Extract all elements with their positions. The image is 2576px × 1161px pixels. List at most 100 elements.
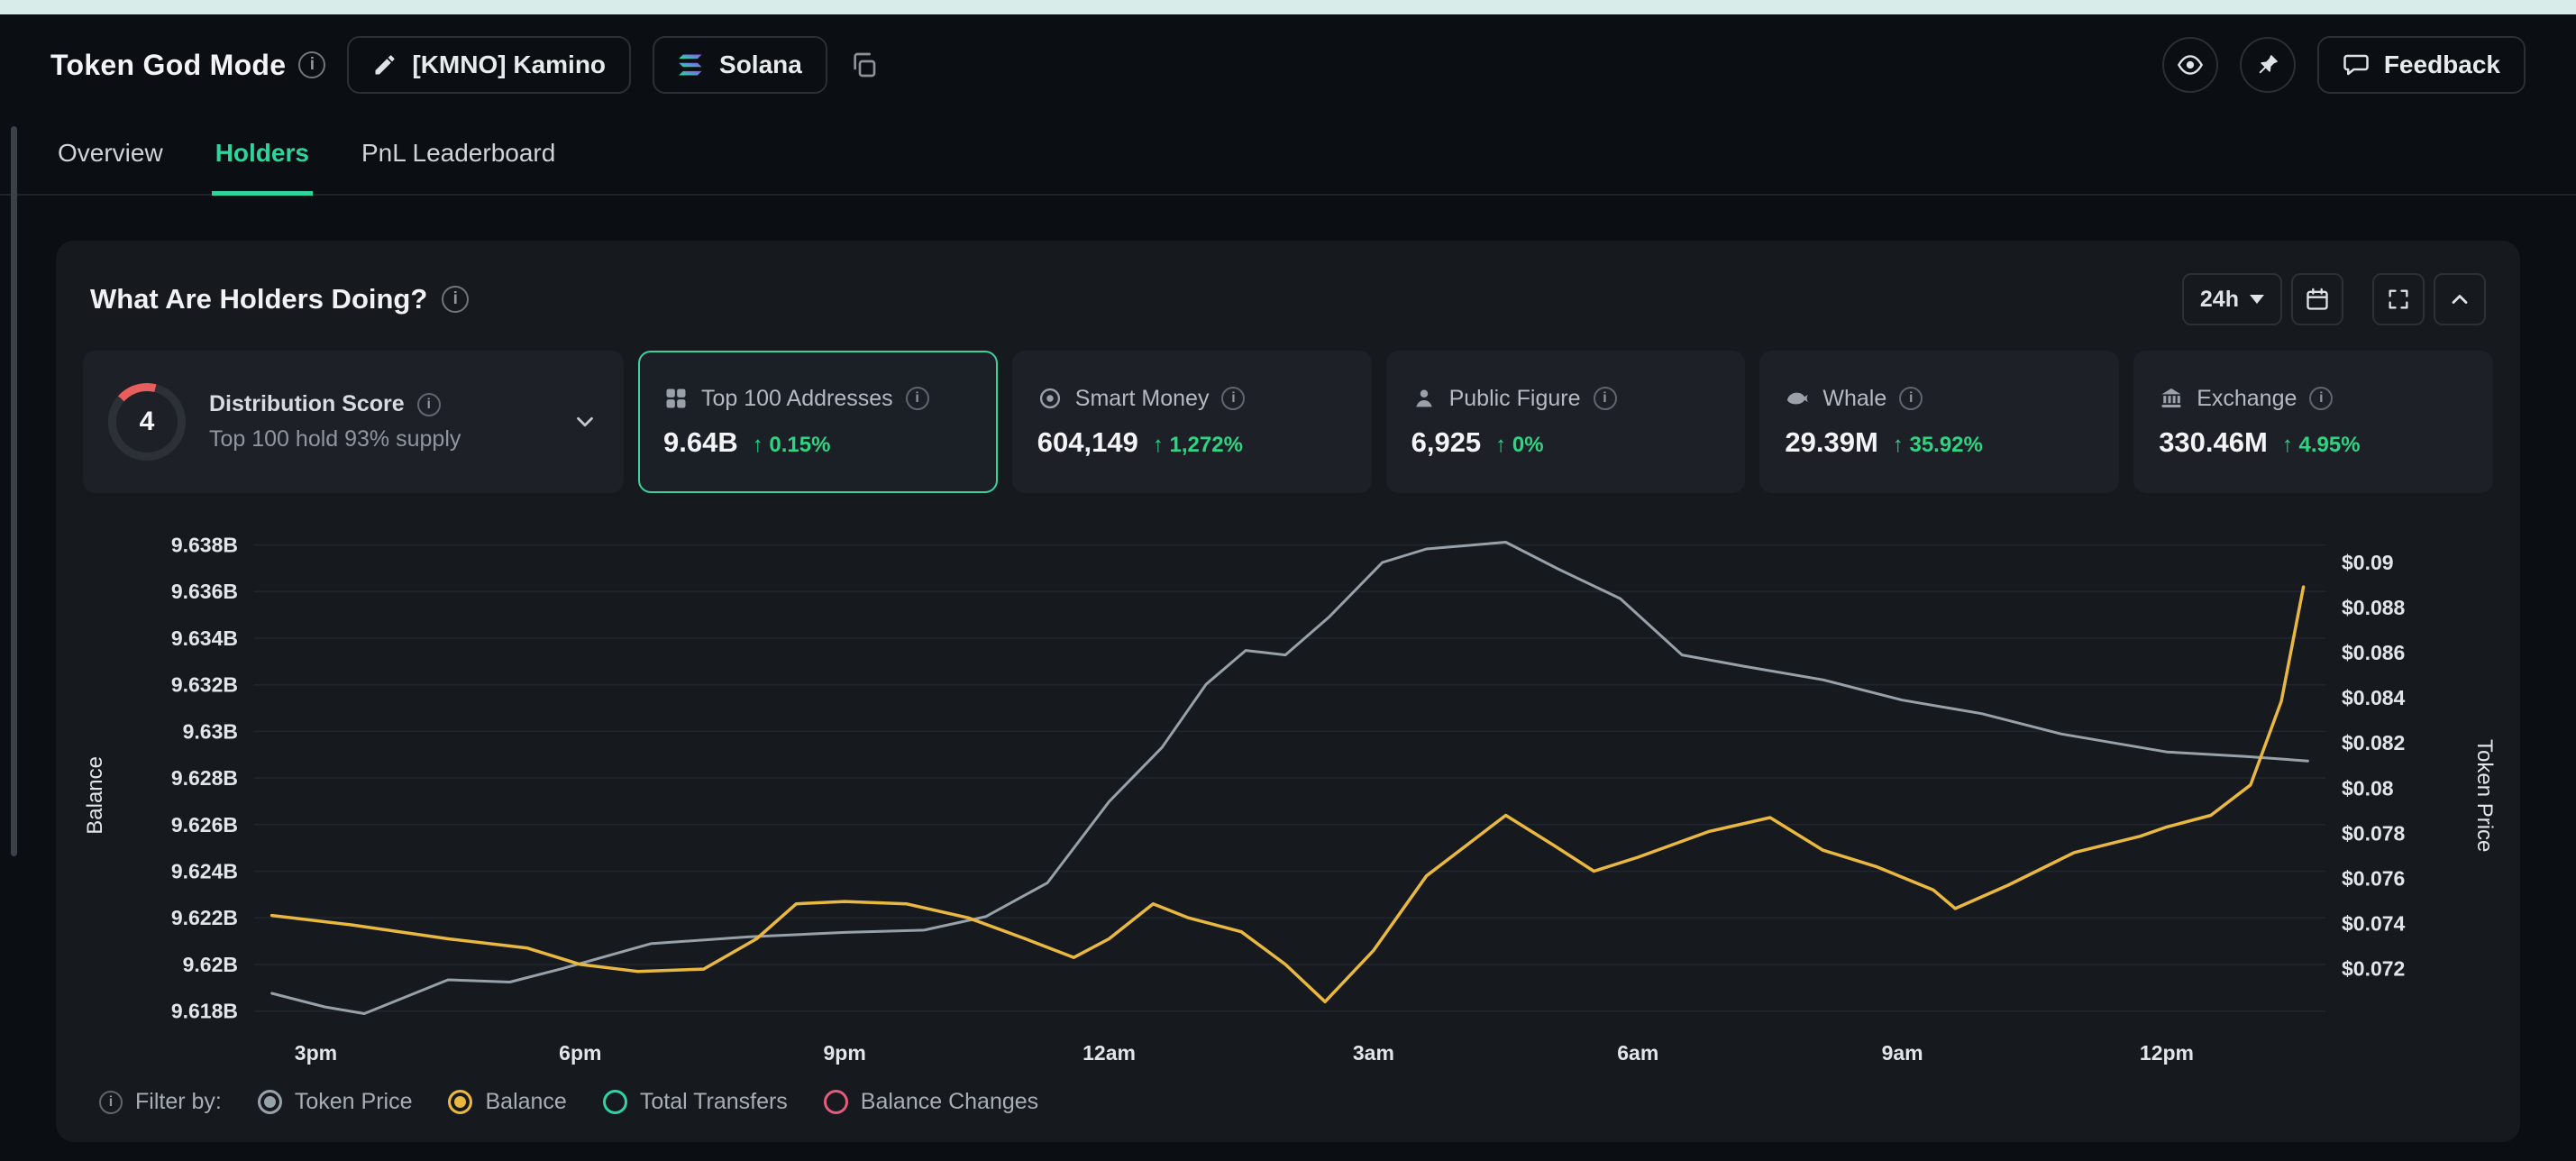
info-icon[interactable] — [442, 286, 469, 313]
whale-icon — [1785, 386, 1810, 411]
legend-balance[interactable]: Balance — [448, 1089, 566, 1115]
metric-public-figure[interactable]: Public Figure 6,925 ↑ 0% — [1386, 351, 1746, 493]
svg-text:$0.08: $0.08 — [2342, 776, 2394, 800]
legend-label: Token Price — [295, 1089, 413, 1115]
svg-text:9.63B: 9.63B — [183, 719, 238, 743]
info-icon[interactable] — [2309, 387, 2333, 410]
metric-value: 604,149 — [1037, 426, 1138, 459]
legend-total-transfers[interactable]: Total Transfers — [603, 1089, 788, 1115]
line-chart: 9.638B9.636B9.634B9.632B9.63B9.628B9.626… — [119, 515, 2461, 1076]
balance-axis-title: Balance — [72, 515, 119, 1076]
svg-text:6am: 6am — [1617, 1041, 1658, 1065]
chat-bubble-icon — [2343, 51, 2370, 78]
svg-text:6pm: 6pm — [559, 1041, 601, 1065]
info-icon[interactable] — [99, 1091, 123, 1114]
chevron-down-icon[interactable] — [571, 408, 598, 435]
tab-overview[interactable]: Overview — [54, 115, 167, 196]
holders-chart: Balance 9.638B9.636B9.634B9.632B9.63B9.6… — [56, 493, 2520, 1076]
tab-pnl-leaderboard[interactable]: PnL Leaderboard — [358, 115, 559, 196]
svg-text:12pm: 12pm — [2140, 1041, 2194, 1065]
svg-text:9.628B: 9.628B — [171, 766, 238, 790]
legend-token-price[interactable]: Token Price — [258, 1089, 413, 1115]
metric-whale[interactable]: Whale 29.39M ↑ 35.92% — [1759, 351, 2119, 493]
svg-text:$0.078: $0.078 — [2342, 821, 2406, 845]
timeframe-dropdown[interactable]: 24h — [2182, 273, 2282, 325]
feedback-label: Feedback — [2384, 50, 2500, 79]
svg-text:$0.086: $0.086 — [2342, 641, 2405, 664]
metric-label: Public Figure — [1449, 386, 1581, 412]
chevron-down-icon — [2250, 295, 2264, 304]
tab-holders[interactable]: Holders — [212, 115, 313, 196]
info-icon[interactable] — [298, 51, 325, 78]
fullscreen-button[interactable] — [2372, 273, 2425, 325]
token-selector-button[interactable]: [KMNO] Kamino — [347, 36, 631, 94]
price-axis-title: Token Price — [2461, 515, 2507, 1076]
feedback-button[interactable]: Feedback — [2317, 36, 2526, 94]
copy-icon — [849, 50, 878, 79]
metric-label: Whale — [1822, 386, 1886, 412]
svg-text:3am: 3am — [1353, 1041, 1394, 1065]
svg-text:9.62B: 9.62B — [183, 953, 238, 976]
chain-label: Solana — [719, 50, 802, 79]
distribution-score-value: 4 — [108, 383, 186, 461]
app-header: Token God Mode [KMNO] Kamino Solana — [0, 14, 2576, 115]
svg-text:9.636B: 9.636B — [171, 580, 238, 603]
copy-address-button[interactable] — [849, 50, 878, 79]
info-icon[interactable] — [1594, 387, 1617, 410]
legend-label: Balance — [485, 1089, 566, 1115]
token-label: [KMNO] Kamino — [412, 50, 606, 79]
metric-smart-money[interactable]: Smart Money 604,149 ↑ 1,272% — [1012, 351, 1372, 493]
distribution-subtitle: Top 100 hold 93% supply — [209, 426, 461, 453]
pin-button[interactable] — [2240, 37, 2296, 93]
svg-text:$0.082: $0.082 — [2342, 731, 2405, 754]
info-icon[interactable] — [1221, 387, 1245, 410]
balance-dot-icon — [448, 1090, 472, 1114]
chart-legend: Filter by: Token Price Balance Total Tra… — [56, 1076, 2520, 1142]
solana-icon — [678, 53, 705, 77]
metric-value: 6,925 — [1411, 426, 1482, 459]
svg-text:9.618B: 9.618B — [171, 1000, 238, 1023]
svg-text:9.632B: 9.632B — [171, 673, 238, 697]
metric-label: Top 100 Addresses — [701, 386, 893, 412]
metric-change: ↑ 0.15% — [753, 433, 831, 458]
calendar-icon — [2305, 287, 2330, 312]
metric-value: 330.46M — [2159, 426, 2268, 459]
legend-balance-changes[interactable]: Balance Changes — [824, 1089, 1038, 1115]
svg-text:3pm: 3pm — [295, 1041, 337, 1065]
bank-icon — [2159, 386, 2184, 411]
panel-header: What Are Holders Doing? 24h — [56, 241, 2520, 333]
panel-title: What Are Holders Doing? — [90, 283, 427, 315]
metric-top100-addresses[interactable]: Top 100 Addresses 9.64B ↑ 0.15% — [638, 351, 998, 493]
metric-exchange[interactable]: Exchange 330.46M ↑ 4.95% — [2133, 351, 2493, 493]
svg-text:$0.074: $0.074 — [2342, 911, 2406, 935]
filter-by-label: Filter by: — [135, 1089, 222, 1115]
info-icon[interactable] — [417, 393, 441, 416]
info-icon[interactable] — [906, 387, 929, 410]
pin-icon — [2254, 51, 2281, 78]
metric-label: Exchange — [2197, 386, 2297, 412]
left-scrollbar[interactable] — [11, 126, 17, 856]
chart-plot-area[interactable]: 9.638B9.636B9.634B9.632B9.63B9.628B9.626… — [119, 515, 2461, 1076]
chain-selector-button[interactable]: Solana — [653, 36, 827, 94]
tab-bar: Overview Holders PnL Leaderboard — [0, 115, 2576, 196]
metric-distribution-score[interactable]: 4 Distribution Score Top 100 hold 93% su… — [83, 351, 624, 493]
info-icon[interactable] — [1899, 387, 1923, 410]
svg-text:9.626B: 9.626B — [171, 813, 238, 836]
svg-text:$0.084: $0.084 — [2342, 686, 2406, 709]
svg-text:9.622B: 9.622B — [171, 906, 238, 929]
metric-label: Distribution Score — [209, 391, 405, 417]
token-price-dot-icon — [258, 1090, 282, 1114]
metric-value: 9.64B — [663, 426, 738, 459]
grid-icon — [663, 386, 689, 411]
svg-text:9.634B: 9.634B — [171, 626, 238, 650]
distribution-gauge: 4 — [108, 383, 186, 461]
visibility-button[interactable] — [2162, 37, 2218, 93]
collapse-button[interactable] — [2434, 273, 2486, 325]
total-transfers-dot-icon — [603, 1090, 627, 1114]
chevron-up-icon — [2447, 287, 2472, 312]
metric-change: ↑ 0% — [1495, 433, 1543, 458]
svg-text:$0.088: $0.088 — [2342, 596, 2406, 619]
calendar-button[interactable] — [2291, 273, 2343, 325]
metric-change: ↑ 4.95% — [2282, 433, 2361, 458]
eye-icon — [2176, 50, 2205, 79]
